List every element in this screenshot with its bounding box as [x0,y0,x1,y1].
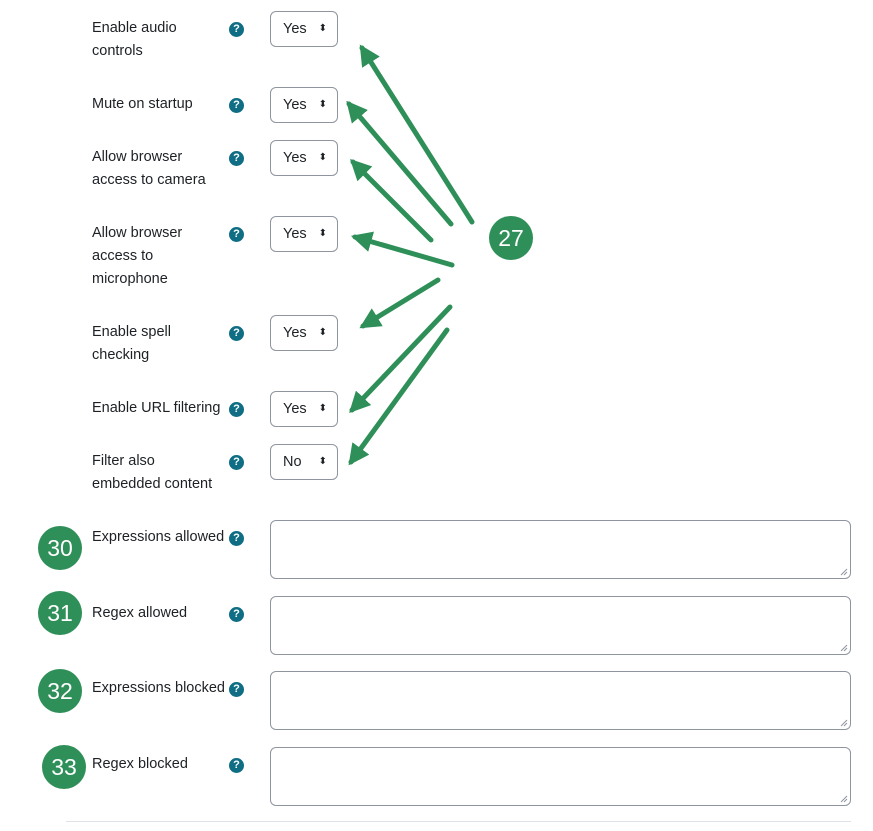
annotation-arrows [346,44,475,466]
annotation-arrow-spell [359,277,441,329]
callout-badge-32: 32 [38,669,82,713]
callout-badge-27: 27 [489,216,533,260]
callout-badge-30: 30 [38,526,82,570]
annotation-arrow-camera [350,159,434,243]
callout-badge-31: 31 [38,591,82,635]
annotation-arrow-microphone [350,231,455,268]
callout-badge-33: 33 [42,745,86,789]
